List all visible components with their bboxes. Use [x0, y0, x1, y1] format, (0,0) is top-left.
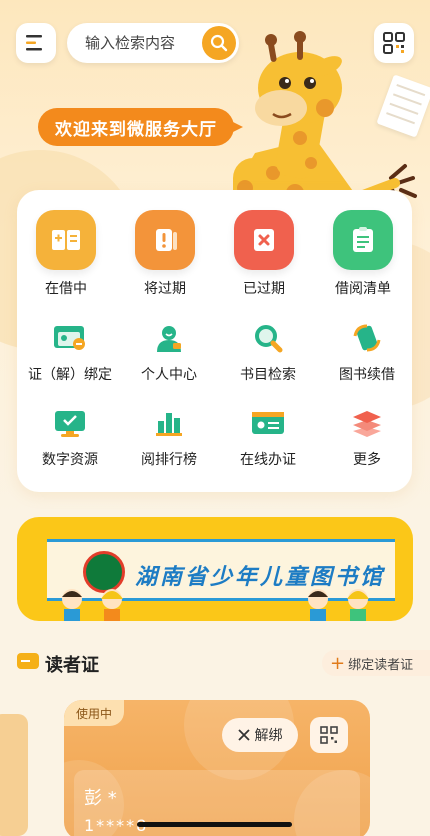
- grid-item-label: 数字资源: [42, 452, 98, 468]
- child-figure-icon: [308, 589, 328, 621]
- plus-icon: +: [330, 652, 346, 674]
- service-grid: 在借中 将过期 已过期 借阅清单 证（解）绑定 个人中心 书目检索 图书续借 数…: [17, 190, 412, 492]
- qr-code-icon: [383, 32, 405, 54]
- grid-item-borrow-list[interactable]: 借阅清单: [314, 210, 412, 298]
- grid-item-label: 借阅清单: [335, 281, 391, 297]
- grid-item-label: 个人中心: [141, 367, 197, 383]
- user-icon: [151, 320, 187, 356]
- grid-item-label: 书目检索: [240, 367, 296, 383]
- monitor-icon: [52, 405, 88, 441]
- search-icon: [210, 34, 228, 52]
- bind-button-label: 绑定读者证: [348, 657, 414, 673]
- grid-item-label: 在借中: [45, 281, 87, 297]
- magnifier-icon: [250, 320, 286, 356]
- close-icon: [237, 729, 250, 741]
- scan-qr-button[interactable]: [374, 23, 414, 63]
- menu-icon: [26, 35, 42, 51]
- reader-card-section-icon: [17, 653, 39, 669]
- library-banner[interactable]: 湖南省少年儿童图书馆: [17, 517, 413, 621]
- list-icon: [333, 210, 393, 270]
- card-holder-name: 彭 *: [84, 788, 117, 809]
- bar-chart-icon: [151, 405, 187, 441]
- unbind-label: 解绑: [254, 728, 283, 744]
- search-button[interactable]: [202, 26, 236, 60]
- grid-item-label: 将过期: [144, 281, 186, 297]
- child-figure-icon: [62, 589, 82, 621]
- grid-item-label: 在线办证: [240, 452, 296, 468]
- unbind-button[interactable]: 解绑: [222, 718, 298, 752]
- section-title: 读者证: [45, 655, 99, 676]
- grid-item-personal-center[interactable]: 个人中心: [120, 320, 218, 384]
- menu-button[interactable]: [16, 23, 56, 63]
- child-figure-icon: [101, 589, 123, 621]
- qr-code-icon: [320, 726, 338, 744]
- book-open-icon: [36, 210, 96, 270]
- grid-item-label: 阅排行榜: [141, 452, 197, 468]
- grid-item-label: 更多: [353, 452, 381, 468]
- card-bind-icon: [52, 320, 88, 356]
- home-indicator[interactable]: [137, 822, 292, 827]
- grid-item-label: 证（解）绑定: [28, 367, 112, 383]
- id-card-icon: [250, 405, 286, 441]
- grid-item-digital-resources[interactable]: 数字资源: [21, 405, 119, 469]
- card-qr-button[interactable]: [310, 717, 348, 753]
- layers-icon: [349, 405, 385, 441]
- grid-item-card-binding[interactable]: 证（解）绑定: [21, 320, 119, 384]
- grid-item-label: 已过期: [243, 281, 285, 297]
- bind-reader-card-button[interactable]: + 绑定读者证: [322, 650, 430, 676]
- book-expired-icon: [234, 210, 294, 270]
- child-figure-icon: [347, 589, 369, 621]
- welcome-banner: 欢迎来到微服务大厅: [38, 108, 243, 146]
- grid-item-expired[interactable]: 已过期: [215, 210, 313, 298]
- grid-item-catalog-search[interactable]: 书目检索: [219, 320, 317, 384]
- grid-item-more[interactable]: 更多: [318, 405, 416, 469]
- grid-item-expiring[interactable]: 将过期: [116, 210, 214, 298]
- search-input[interactable]: [85, 34, 195, 52]
- grid-item-ranking[interactable]: 阅排行榜: [120, 405, 218, 469]
- adjacent-card-peek[interactable]: [0, 714, 28, 836]
- grid-item-label: 图书续借: [339, 367, 395, 383]
- grid-item-borrowing[interactable]: 在借中: [17, 210, 115, 298]
- grid-item-online-card[interactable]: 在线办证: [219, 405, 317, 469]
- reader-card[interactable]: 使用中 解绑 彭 * 1****8: [64, 700, 370, 836]
- grid-item-renew[interactable]: 图书续借: [318, 320, 416, 384]
- renew-icon: [349, 320, 385, 356]
- search-bar[interactable]: [67, 23, 239, 63]
- book-warning-icon: [135, 210, 195, 270]
- status-badge: 使用中: [64, 700, 124, 726]
